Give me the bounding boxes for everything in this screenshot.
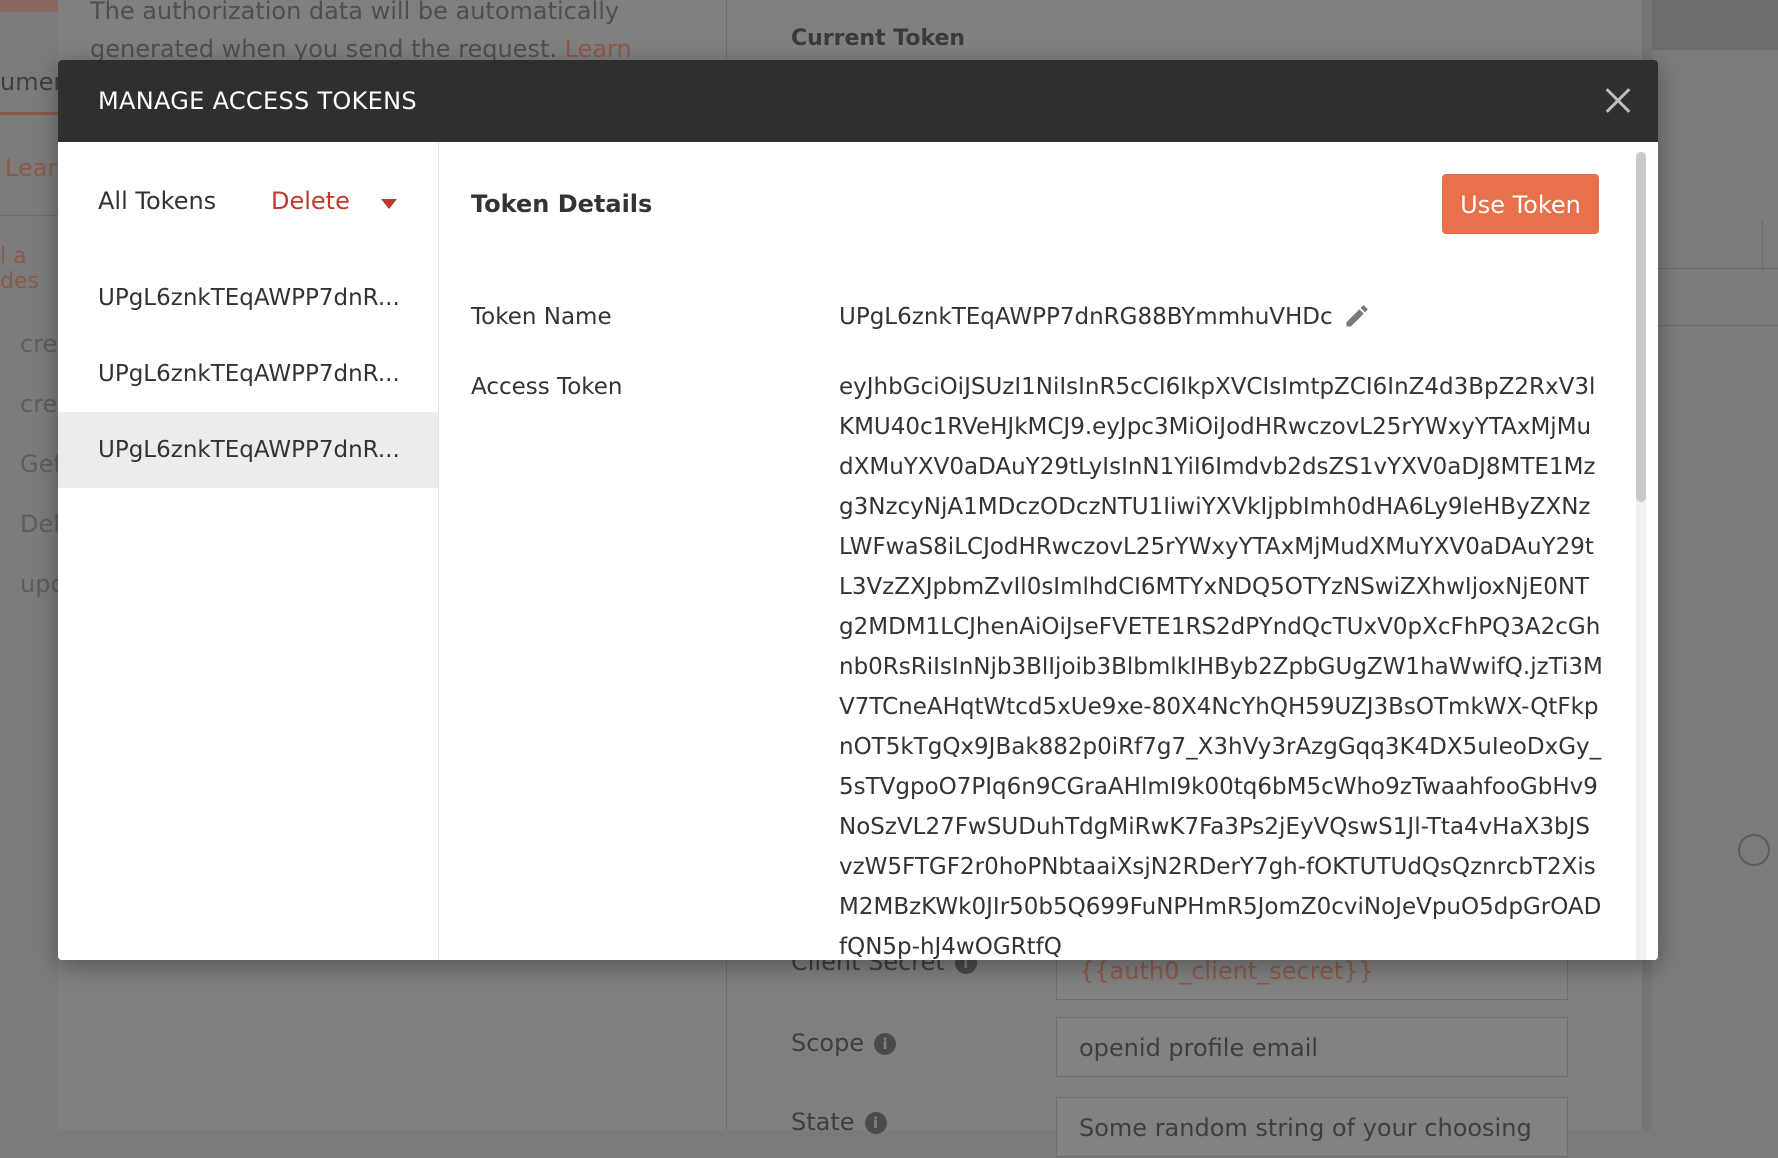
token-name-value: UPgL6znkTEqAWPP7dnRG88BYmmhuVHDc [839,304,1333,330]
caret-down-icon[interactable] [381,199,397,209]
background-divider [0,215,58,216]
access-token-label: Access Token [471,374,623,400]
background-current-token-label: Current Token [791,26,966,51]
background-learn-link: Lear [5,154,58,182]
globe-lock-icon [1738,834,1770,866]
background-field-label: Scope i [791,1029,897,1057]
background-topbar [1642,0,1778,50]
token-list-item-selected[interactable]: UPgL6znkTEqAWPP7dnR... [58,412,438,488]
background-state-field: Some random string of your choosing [1056,1097,1568,1157]
background-request-item: cre [20,390,58,418]
background-accent-bar [0,0,58,12]
modal-title: MANAGE ACCESS TOKENS [98,87,417,115]
token-name-label: Token Name [471,304,612,330]
info-icon: i [864,1112,887,1134]
background-field-label: State i [791,1108,887,1136]
background-scope-field: openid profile email [1056,1017,1568,1077]
background-tab-underline [0,112,58,115]
background-divider [1642,268,1778,269]
modal-scrollbar[interactable] [1636,152,1646,960]
token-list-item[interactable]: UPgL6znkTEqAWPP7dnR... [58,260,438,336]
close-icon[interactable] [1600,82,1636,118]
pencil-icon[interactable] [1343,302,1371,330]
modal-header: MANAGE ACCESS TOKENS [58,60,1658,142]
all-tokens-label: All Tokens [98,187,217,215]
background-request-item: Del [20,510,60,538]
access-token-value: eyJhbGciOiJSUzI1NiIsInR5cCI6IkpXVCIsImtp… [839,374,1603,960]
info-icon: i [874,1033,897,1055]
background-description: l a des [0,244,39,294]
scope-label: Scope [791,1029,865,1057]
background-request-item: Get [20,450,63,478]
token-details-title: Token Details [471,190,653,218]
sidebar-header: All Tokens Delete [98,187,418,227]
token-list-item[interactable]: UPgL6znkTEqAWPP7dnR... [58,336,438,412]
state-label: State [791,1108,855,1136]
token-details-panel: Token Details Use Token Token Name UPgL6… [439,142,1658,960]
background-far-right-panel [1642,0,1778,1130]
background-left-panel: umen Lear l a des cre cre Get Del upd [0,0,69,1130]
background-request-item: cre [20,330,58,358]
tokens-sidebar: All Tokens Delete UPgL6znkTEqAWPP7dnR...… [58,142,439,960]
modal-scrollbar-thumb[interactable] [1636,152,1646,502]
background-auth-note-line2: generated when you send the request. [90,35,557,63]
background-divider [1642,325,1778,326]
background-table-header [1762,220,1778,270]
background-auth-note-line1: The authorization data will be automatic… [90,0,620,25]
manage-access-tokens-modal: MANAGE ACCESS TOKENS All Tokens Delete U… [58,60,1658,960]
delete-button[interactable]: Delete [271,187,350,215]
use-token-button[interactable]: Use Token [1442,174,1599,234]
